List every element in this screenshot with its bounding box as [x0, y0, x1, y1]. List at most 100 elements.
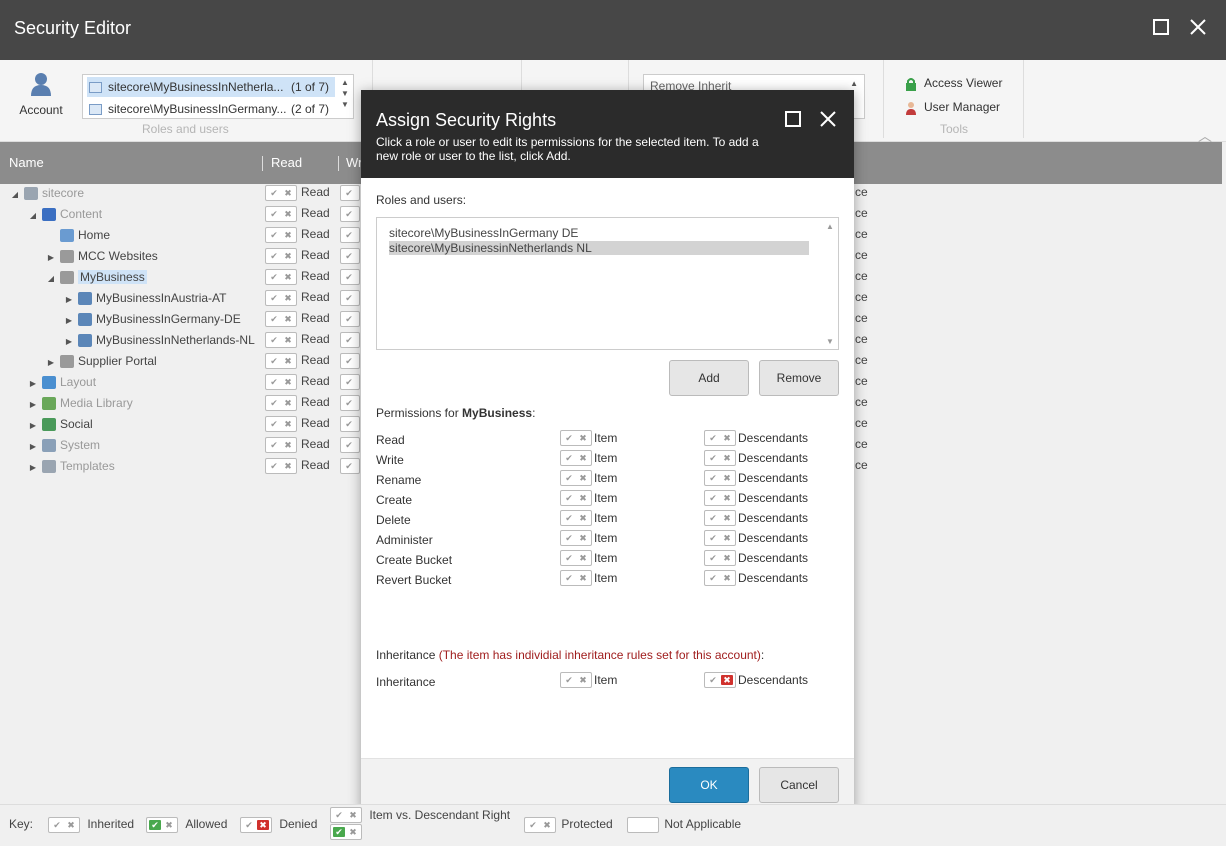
read-permission-cell[interactable]: ✔ ✖ Read — [265, 206, 330, 223]
descendants-permission-checkbox[interactable]: ✔ ✖ Descendants — [704, 430, 808, 446]
check-toggle[interactable]: ✔ ✖ — [560, 490, 592, 506]
check-toggle[interactable]: ✔ ✖ — [265, 374, 297, 390]
read-permission-cell[interactable]: ✔ ✖ Read — [265, 458, 330, 475]
inheritance-descendants-checkbox[interactable]: ✔ ✖ Descendants — [704, 672, 808, 688]
check-toggle[interactable]: ✔ ✖ — [265, 416, 297, 432]
tree-node[interactable]: ▶ MyBusinessInAustria-AT — [64, 290, 226, 311]
write-permission-cell[interactable]: ✔ — [340, 332, 360, 349]
write-permission-cell[interactable]: ✔ — [340, 248, 360, 265]
descendants-permission-checkbox[interactable]: ✔ ✖ Descendants — [704, 490, 808, 506]
check-toggle[interactable]: ✔ — [340, 437, 360, 453]
role-list-item-selected[interactable]: sitecore\MyBusinessinNetherlands NL — [389, 241, 809, 255]
check-toggle[interactable]: ✔ ✖ — [560, 530, 592, 546]
tree-node[interactable]: ▶ Layout — [28, 374, 96, 395]
remove-button[interactable]: Remove — [759, 360, 839, 396]
check-toggle[interactable]: ✔ — [340, 227, 360, 243]
collapsed-toggle-icon[interactable]: ▶ — [28, 438, 38, 455]
scroll-more-icon[interactable]: ▼ — [339, 99, 351, 110]
access-viewer-link[interactable]: Access Viewer — [904, 76, 1002, 91]
scroll-down-icon[interactable]: ▼ — [339, 88, 351, 99]
close-button[interactable] — [1187, 18, 1209, 40]
read-permission-cell[interactable]: ✔ ✖ Read — [265, 374, 330, 391]
check-toggle[interactable]: ✔ ✖ — [265, 185, 297, 201]
collapsed-toggle-icon[interactable]: ▶ — [28, 459, 38, 476]
roles-users-list[interactable]: sitecore\MyBusinessInNetherla... (1 of 7… — [82, 74, 354, 119]
tree-node[interactable]: ▶ MyBusinessInGermany-DE — [64, 311, 241, 332]
check-toggle[interactable]: ✔ ✖ — [704, 510, 736, 526]
read-permission-cell[interactable]: ✔ ✖ Read — [265, 353, 330, 370]
write-permission-cell[interactable]: ✔ — [340, 269, 360, 286]
check-toggle[interactable]: ✔ ✖ — [265, 290, 297, 306]
check-toggle[interactable]: ✔ ✖ — [265, 227, 297, 243]
read-permission-cell[interactable]: ✔ ✖ Read — [265, 416, 330, 433]
check-toggle[interactable]: ✔ — [340, 332, 360, 348]
read-permission-cell[interactable]: ✔ ✖ Read — [265, 437, 330, 454]
check-toggle[interactable]: ✔ ✖ — [265, 353, 297, 369]
check-toggle[interactable]: ✔ — [340, 374, 360, 390]
write-permission-cell[interactable]: ✔ — [340, 458, 360, 475]
descendants-permission-checkbox[interactable]: ✔ ✖ Descendants — [704, 450, 808, 466]
write-column-header[interactable]: Wr — [346, 155, 362, 170]
scroll-up-icon[interactable]: ▲ — [825, 222, 835, 231]
check-toggle[interactable]: ✔ ✖ — [560, 470, 592, 486]
account-button[interactable]: Account — [12, 72, 70, 120]
read-permission-cell[interactable]: ✔ ✖ Read — [265, 311, 330, 328]
descendants-permission-checkbox[interactable]: ✔ ✖ Descendants — [704, 570, 808, 586]
tree-node[interactable]: ◢ MyBusiness — [46, 269, 147, 290]
check-toggle[interactable]: ✔ ✖ — [560, 450, 592, 466]
check-toggle[interactable]: ✔ — [340, 395, 360, 411]
collapsed-toggle-icon[interactable]: ▶ — [64, 312, 74, 329]
collapsed-toggle-icon[interactable]: ▶ — [28, 396, 38, 413]
chevron-up-icon[interactable]: ▲ — [850, 79, 858, 88]
tree-node[interactable]: ◢ Content — [28, 206, 102, 227]
descendants-permission-checkbox[interactable]: ✔ ✖ Descendants — [704, 510, 808, 526]
dialog-close-button[interactable] — [819, 110, 837, 134]
write-permission-cell[interactable]: ✔ — [340, 374, 360, 391]
collapsed-toggle-icon[interactable]: ▶ — [28, 375, 38, 392]
check-toggle[interactable]: ✔ — [340, 269, 360, 285]
check-toggle[interactable]: ✔ ✖ — [265, 437, 297, 453]
collapsed-toggle-icon[interactable]: ▶ — [64, 333, 74, 350]
write-permission-cell[interactable]: ✔ — [340, 206, 360, 223]
role-item[interactable]: sitecore\MyBusinessInGermany... (2 of 7) — [87, 99, 335, 119]
roles-scroll[interactable]: ▲ ▼ ▼ — [339, 77, 351, 110]
read-permission-cell[interactable]: ✔ ✖ Read — [265, 332, 330, 349]
scroll-up-icon[interactable]: ▲ — [339, 77, 351, 88]
role-item[interactable]: sitecore\MyBusinessInNetherla... (1 of 7… — [87, 77, 335, 97]
maximize-button[interactable] — [1150, 18, 1172, 40]
check-toggle[interactable]: ✔ — [340, 206, 360, 222]
roles-list-scrollbar[interactable]: ▲ ▼ — [825, 222, 835, 346]
dialog-maximize-button[interactable] — [784, 110, 802, 134]
descendants-permission-checkbox[interactable]: ✔ ✖ Descendants — [704, 470, 808, 486]
write-permission-cell[interactable]: ✔ — [340, 395, 360, 412]
check-toggle[interactable]: ✔ ✖ — [560, 510, 592, 526]
collapsed-toggle-icon[interactable]: ▶ — [64, 291, 74, 308]
expanded-toggle-icon[interactable]: ◢ — [46, 270, 56, 287]
tree-node[interactable]: Home — [46, 227, 110, 248]
check-toggle[interactable]: ✔ ✖ — [265, 332, 297, 348]
collapsed-toggle-icon[interactable]: ▶ — [46, 354, 56, 371]
write-permission-cell[interactable]: ✔ — [340, 311, 360, 328]
tree-node[interactable]: ▶ Supplier Portal — [46, 353, 157, 374]
check-toggle[interactable]: ✔ — [340, 353, 360, 369]
expanded-toggle-icon[interactable]: ◢ — [28, 207, 38, 224]
item-permission-checkbox[interactable]: ✔ ✖ Item — [560, 550, 617, 566]
read-column-header[interactable]: Read — [271, 155, 302, 170]
read-permission-cell[interactable]: ✔ ✖ Read — [265, 227, 330, 244]
check-toggle[interactable]: ✔ ✖ — [704, 430, 736, 446]
item-permission-checkbox[interactable]: ✔ ✖ Item — [560, 470, 617, 486]
ok-button[interactable]: OK — [669, 767, 749, 803]
check-toggle[interactable]: ✔ — [340, 458, 360, 474]
dialog-roles-list[interactable]: sitecore\MyBusinessInGermany DE sitecore… — [376, 217, 839, 350]
check-toggle[interactable]: ✔ ✖ — [704, 470, 736, 486]
write-permission-cell[interactable]: ✔ — [340, 437, 360, 454]
user-manager-link[interactable]: User Manager — [904, 100, 1000, 115]
scroll-down-icon[interactable]: ▼ — [825, 337, 835, 346]
check-toggle[interactable]: ✔ — [340, 311, 360, 327]
check-toggle[interactable]: ✔ ✖ — [560, 550, 592, 566]
tree-node[interactable]: ▶ MCC Websites — [46, 248, 158, 269]
check-toggle[interactable]: ✔ — [340, 416, 360, 432]
read-permission-cell[interactable]: ✔ ✖ Read — [265, 395, 330, 412]
write-permission-cell[interactable]: ✔ — [340, 227, 360, 244]
check-toggle[interactable]: ✔ ✖ — [265, 395, 297, 411]
